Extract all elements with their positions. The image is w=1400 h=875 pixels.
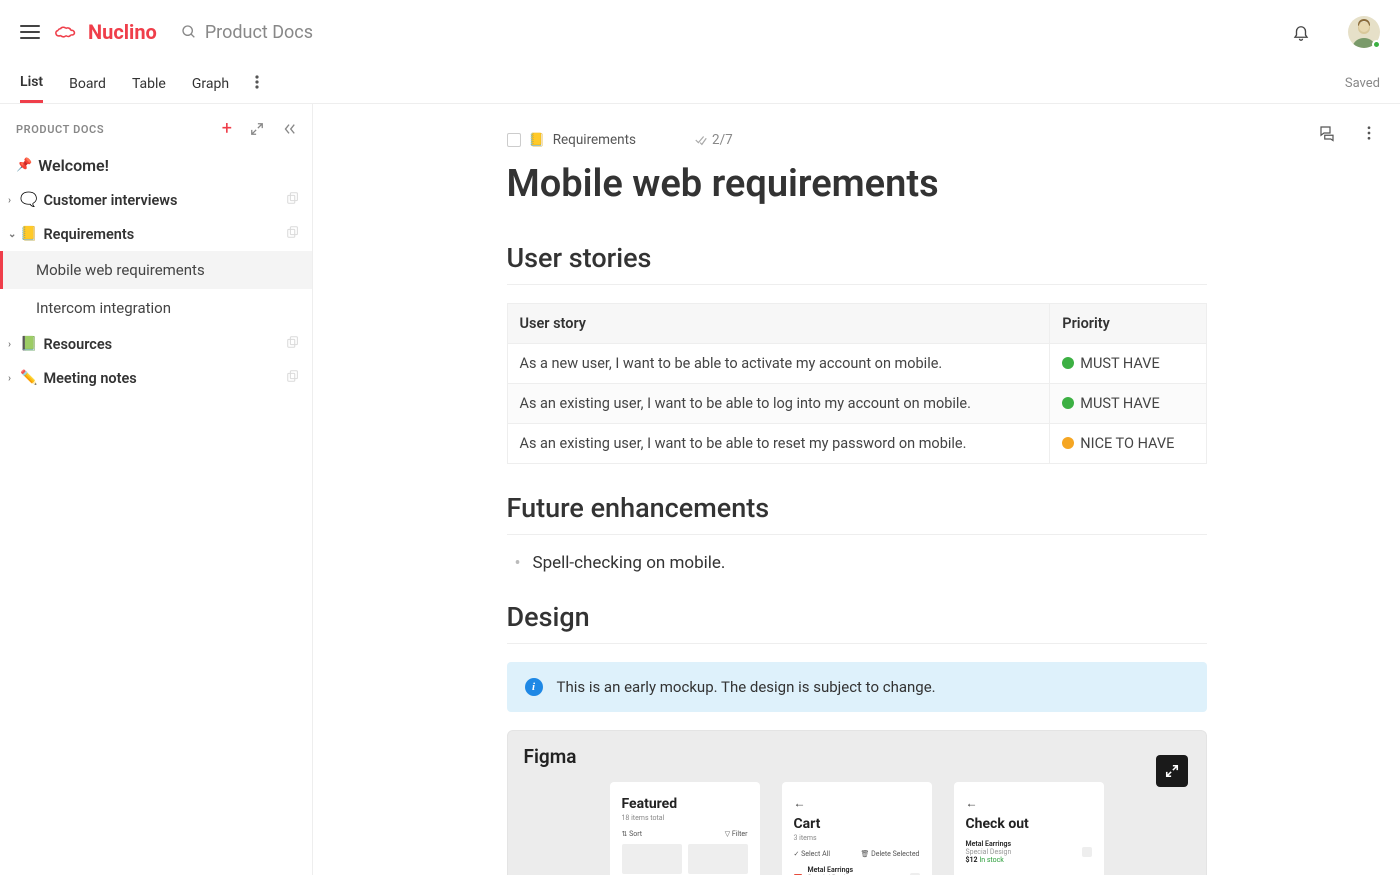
view-tab-list[interactable]: List (20, 74, 43, 103)
presence-dot (1372, 40, 1381, 49)
notification-icon[interactable] (1292, 23, 1310, 41)
heading-future[interactable]: Future enhancements (507, 492, 1207, 535)
info-callout: i This is an early mockup. The design is… (507, 662, 1207, 712)
mockup: ←Check outMetal EarringsSpecial Design$1… (954, 782, 1104, 875)
menu-icon[interactable] (20, 25, 40, 39)
figma-embed[interactable]: Figma Featured18 items total⇅ Sort▽ Filt… (507, 730, 1207, 875)
mockup: ←Cart3 items✓ Select All🗑 Delete Selecte… (782, 782, 932, 875)
progress-indicator: 2/7 (694, 132, 733, 148)
pin-icon: 📌 (16, 158, 32, 173)
tree-child[interactable]: Intercom integration (0, 289, 312, 327)
view-tab-board[interactable]: Board (69, 76, 106, 102)
clone-icon[interactable] (286, 335, 300, 353)
table-row[interactable]: As an existing user, I want to be able t… (507, 384, 1206, 424)
doc-checkbox[interactable] (507, 133, 521, 147)
figma-title: Figma (524, 745, 1190, 768)
doc-title[interactable]: Mobile web requirements (507, 162, 1207, 206)
doc-more-icon[interactable] (1360, 124, 1378, 142)
search-field[interactable]: Product Docs (181, 22, 313, 43)
search-placeholder: Product Docs (205, 22, 313, 43)
tree-child[interactable]: Mobile web requirements (0, 251, 312, 289)
tree-item[interactable]: ›🗨️Customer interviews (0, 183, 312, 217)
user-stories-table[interactable]: User storyPriority As a new user, I want… (507, 303, 1207, 464)
document-area: 📒 Requirements 2/7 Mobile web requiremen… (313, 104, 1400, 875)
heading-user-stories[interactable]: User stories (507, 242, 1207, 285)
tree-item[interactable]: ⌄📒Requirements (0, 217, 312, 251)
breadcrumb-emoji: 📒 (529, 133, 545, 148)
expand-embed-icon[interactable] (1156, 755, 1188, 787)
callout-text: This is an early mockup. The design is s… (557, 678, 936, 696)
clone-icon[interactable] (286, 369, 300, 387)
clone-icon[interactable] (286, 225, 300, 243)
add-item-icon[interactable]: + (222, 120, 232, 138)
sidebar: PRODUCT DOCS + 📌Welcome!›🗨️Customer inte… (0, 104, 313, 875)
maximize-icon[interactable] (250, 122, 264, 136)
column-header: Priority (1050, 304, 1206, 344)
list-item[interactable]: Spell-checking on mobile. (513, 553, 1207, 573)
column-header: User story (507, 304, 1050, 344)
view-tab-graph[interactable]: Graph (192, 76, 229, 102)
brand-name: Nuclino (88, 20, 157, 44)
mockup: Featured18 items total⇅ Sort▽ FilterSeas… (610, 782, 760, 875)
info-icon: i (525, 678, 543, 696)
table-row[interactable]: As a new user, I want to be able to acti… (507, 344, 1206, 384)
clone-icon[interactable] (286, 191, 300, 209)
tree-item[interactable]: 📌Welcome! (0, 148, 312, 183)
brand-logo[interactable]: Nuclino (54, 20, 157, 44)
tree-item[interactable]: ›📗Resources (0, 327, 312, 361)
search-icon (181, 24, 197, 40)
view-more-icon[interactable] (255, 74, 259, 93)
save-status: Saved (1345, 76, 1380, 91)
tree-item[interactable]: ›✏️Meeting notes (0, 361, 312, 395)
breadcrumb-label[interactable]: Requirements (553, 132, 636, 148)
table-row[interactable]: As an existing user, I want to be able t… (507, 424, 1206, 464)
view-tab-table[interactable]: Table (132, 76, 166, 102)
heading-design[interactable]: Design (507, 601, 1207, 644)
sidebar-title: PRODUCT DOCS (16, 123, 104, 136)
avatar[interactable] (1348, 16, 1380, 48)
collapse-sidebar-icon[interactable] (282, 122, 296, 136)
comments-icon[interactable] (1318, 124, 1336, 142)
future-list[interactable]: Spell-checking on mobile. (507, 553, 1207, 573)
